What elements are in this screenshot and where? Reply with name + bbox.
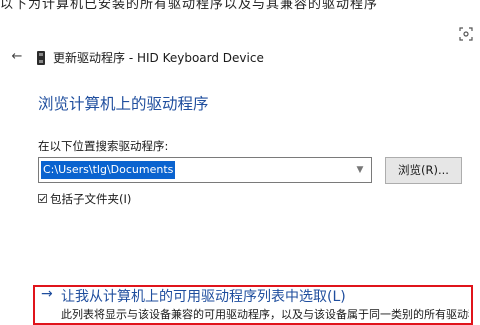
scan-icon[interactable] — [456, 24, 476, 44]
window-title: 更新驱动程序 - HID Keyboard Device — [53, 51, 264, 65]
chevron-down-icon[interactable]: ▼ — [353, 162, 367, 178]
option-arrow-icon[interactable]: → — [41, 286, 53, 302]
back-arrow-icon[interactable]: ← — [10, 50, 24, 64]
path-value[interactable]: C:\Users\tlg\Documents — [41, 161, 176, 179]
top-cropped-text-content: 以下为计算机已安装的所有驱动程序以及与其兼容的驱动程序 — [0, 0, 379, 10]
search-location-label: 在以下位置搜索驱动程序: — [38, 139, 169, 153]
usb-device-icon — [36, 50, 46, 65]
pick-from-list-link[interactable]: 让我从计算机上的可用驱动程序列表中选取(L) — [61, 286, 346, 306]
path-combobox[interactable]: C:\Users\tlg\Documents ▼ — [38, 157, 372, 183]
include-subfolders-label[interactable]: 包括子文件夹(I) — [50, 191, 131, 207]
top-cropped-text: 以下为计算机已安装的所有驱动程序以及与其兼容的驱动程序 — [0, 0, 480, 10]
page-heading: 浏览计算机上的驱动程序 — [38, 95, 209, 113]
browse-button[interactable]: 浏览(R)... — [385, 157, 462, 184]
include-subfolders-checkbox[interactable] — [38, 194, 47, 203]
